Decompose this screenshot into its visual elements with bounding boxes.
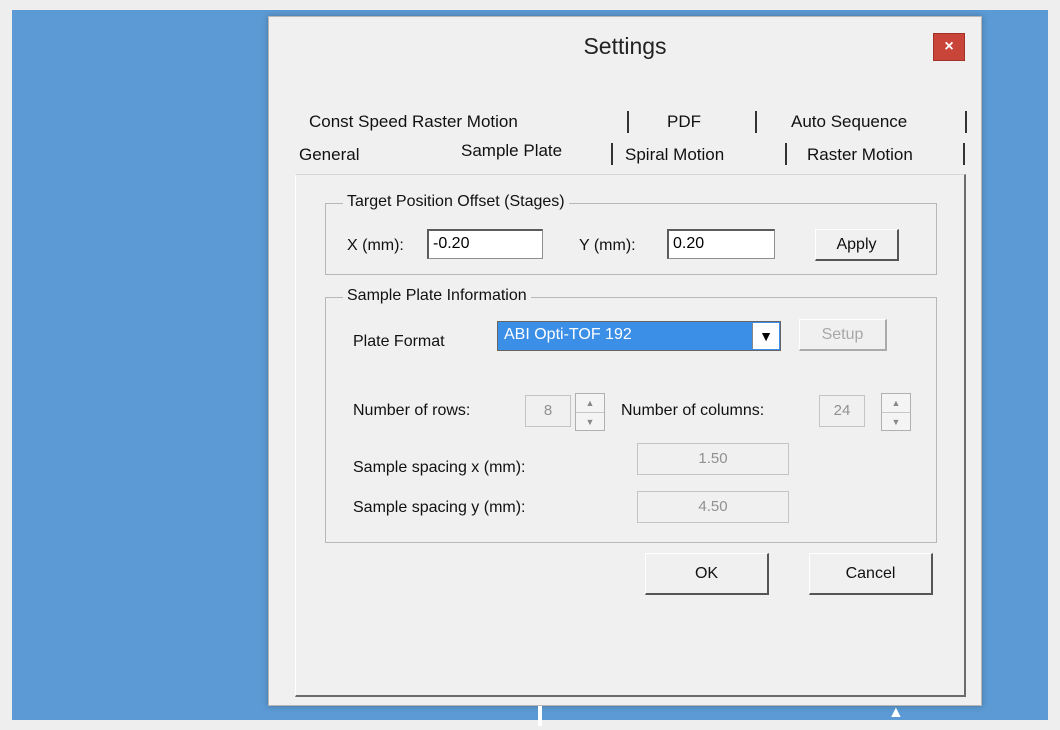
apply-button[interactable]: Apply	[815, 229, 899, 261]
tab-auto-sequence[interactable]: Auto Sequence	[791, 112, 907, 132]
y-offset-label: Y (mm):	[579, 237, 636, 254]
x-offset-label: X (mm):	[347, 237, 404, 254]
x-offset-input[interactable]: -0.20	[427, 229, 543, 259]
chevron-down-icon[interactable]: ▼	[752, 323, 779, 349]
tab-separator	[963, 143, 965, 165]
y-offset-input[interactable]: 0.20	[667, 229, 775, 259]
close-icon: ×	[944, 38, 954, 55]
stepper-down-icon[interactable]: ▼	[576, 413, 604, 431]
tab-general[interactable]: General	[299, 145, 359, 165]
tab-separator	[755, 111, 757, 133]
tab-separator	[785, 143, 787, 165]
annotation-line	[538, 706, 542, 726]
cancel-button[interactable]: Cancel	[809, 553, 933, 595]
tab-separator	[611, 143, 613, 165]
stepper-down-icon[interactable]: ▼	[882, 413, 910, 431]
plate-format-select[interactable]: ABI Opti-TOF 192 ▼	[497, 321, 781, 351]
spacing-y-input[interactable]: 4.50	[637, 491, 789, 523]
tab-separator	[627, 111, 629, 133]
stepper-up-icon[interactable]: ▲	[882, 394, 910, 413]
target-offset-title: Target Position Offset (Stages)	[343, 193, 569, 211]
tab-raster-motion[interactable]: Raster Motion	[807, 145, 913, 165]
tab-separator	[965, 111, 967, 133]
spacing-y-label: Sample spacing y (mm):	[353, 499, 526, 516]
spacing-x-input[interactable]: 1.50	[637, 443, 789, 475]
tab-const-speed-raster-motion[interactable]: Const Speed Raster Motion	[309, 112, 518, 132]
setup-button[interactable]: Setup	[799, 319, 887, 351]
plate-format-label: Plate Format	[353, 333, 445, 350]
ok-button[interactable]: OK	[645, 553, 769, 595]
sample-plate-title: Sample Plate Information	[343, 287, 531, 305]
columns-stepper[interactable]: ▲ ▼	[881, 393, 911, 431]
columns-label: Number of columns:	[621, 402, 765, 419]
window-title: Settings	[583, 33, 667, 59]
tab-sample-plate[interactable]: Sample Plate	[461, 141, 562, 161]
close-button[interactable]: ×	[933, 33, 965, 61]
settings-dialog: Settings × Const Speed Raster Motion PDF…	[268, 16, 982, 706]
rows-input[interactable]: 8	[525, 395, 571, 427]
tab-spiral-motion[interactable]: Spiral Motion	[625, 145, 724, 165]
tab-pdf[interactable]: PDF	[667, 112, 701, 132]
spacing-x-label: Sample spacing x (mm):	[353, 459, 526, 476]
rows-label: Number of rows:	[353, 402, 471, 419]
stepper-up-icon[interactable]: ▲	[576, 394, 604, 413]
plate-format-value: ABI Opti-TOF 192	[504, 326, 632, 343]
title-bar[interactable]: Settings ×	[269, 17, 981, 73]
arrow-up-icon: ▲	[888, 704, 904, 721]
rows-stepper[interactable]: ▲ ▼	[575, 393, 605, 431]
columns-input[interactable]: 24	[819, 395, 865, 427]
